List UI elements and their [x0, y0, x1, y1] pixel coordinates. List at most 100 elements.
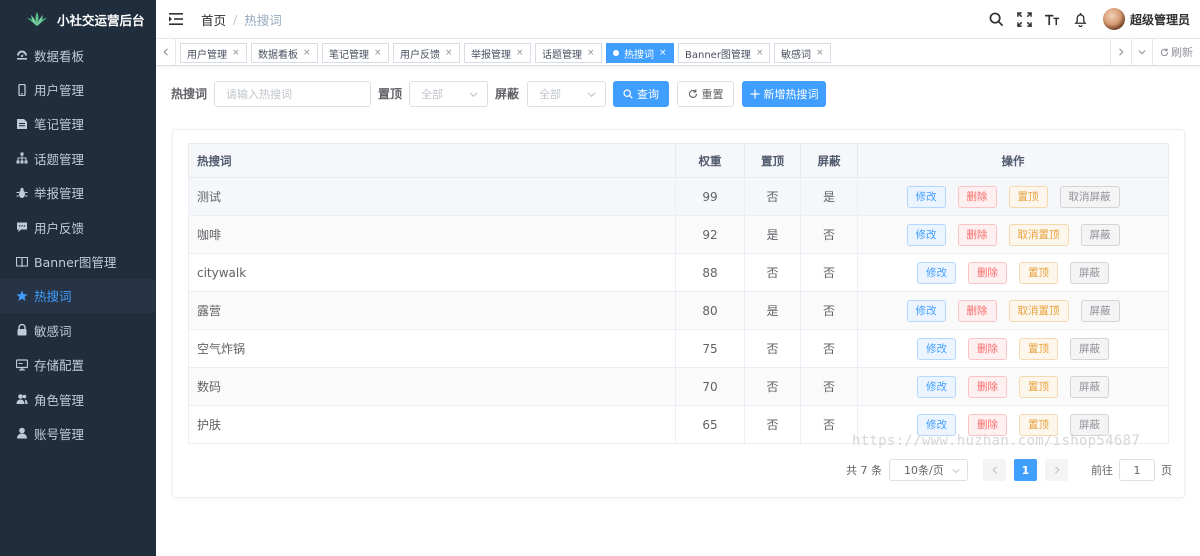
next-page-button[interactable] — [1045, 459, 1068, 481]
prev-page-button[interactable] — [983, 459, 1006, 481]
edit-button[interactable]: 修改 — [917, 261, 956, 284]
sidebar-item-6[interactable]: Banner图管理 — [0, 244, 156, 278]
tag-6[interactable]: 热搜词 × — [606, 43, 674, 63]
edit-button[interactable]: 修改 — [917, 375, 956, 398]
tag-8[interactable]: 敏感词 × — [774, 43, 831, 63]
pin-toggle-button[interactable]: 置顶 — [1019, 337, 1058, 360]
hide-toggle-button[interactable]: 屏蔽 — [1080, 223, 1120, 246]
page-number[interactable]: 1 — [1014, 459, 1037, 481]
search-icon[interactable] — [989, 11, 1005, 27]
close-icon[interactable]: × — [756, 48, 764, 58]
tags-scroll-left-button[interactable] — [156, 39, 176, 65]
font-size-icon[interactable] — [1045, 11, 1061, 27]
close-icon[interactable]: × — [587, 48, 595, 58]
tag-5[interactable]: 话题管理 × — [535, 43, 602, 63]
delete-button[interactable]: 删除 — [968, 261, 1007, 284]
delete-button[interactable]: 删除 — [957, 223, 997, 246]
table-row: 测试 99 否是修改 删除 置顶 取消屏蔽 — [188, 177, 1169, 216]
close-icon[interactable]: × — [232, 48, 240, 58]
app-root: 小社交运营后台 数据看板 用户管理 笔记管理 话题管理 举报管理 用户反馈 Banner图管… — [0, 0, 1200, 556]
close-icon[interactable]: × — [374, 48, 382, 58]
tag-label: Banner图管理 — [685, 49, 751, 61]
tag-3[interactable]: 用户反馈 × — [393, 43, 460, 63]
tag-0[interactable]: 用户管理 × — [180, 43, 247, 63]
hide-toggle-button[interactable]: 屏蔽 — [1070, 375, 1109, 398]
chevron-down-icon — [587, 92, 596, 98]
sidebar-item-8[interactable]: 敏感词 — [0, 313, 156, 347]
fullscreen-icon[interactable] — [1017, 11, 1033, 27]
pagination: 共 7 条 10条/页 1 前往 页 — [0, 459, 1200, 481]
close-icon[interactable]: × — [516, 48, 524, 58]
table-row: 露营 80 是否修改 删除 取消置顶 屏蔽 — [188, 291, 1169, 330]
close-icon[interactable]: × — [445, 48, 453, 58]
edit-button[interactable]: 修改 — [917, 337, 956, 360]
pin-toggle-button[interactable]: 置顶 — [1019, 375, 1058, 398]
user-name[interactable]: 超级管理员 — [1130, 11, 1190, 28]
pin-toggle-button[interactable]: 置顶 — [1019, 261, 1058, 284]
pin-toggle-button[interactable]: 取消置顶 — [1008, 299, 1069, 322]
cell-word: citywalk — [188, 253, 676, 292]
keyword-input[interactable] — [214, 81, 371, 107]
page-size-select[interactable]: 10条/页 — [889, 459, 968, 481]
cell-pinned: 否 — [744, 253, 801, 292]
search-button[interactable]: 查询 — [613, 81, 669, 107]
reset-button[interactable]: 重置 — [677, 81, 734, 107]
edit-button[interactable]: 修改 — [906, 299, 946, 322]
sidebar-item-2[interactable]: 笔记管理 — [0, 107, 156, 141]
delete-button[interactable]: 删除 — [968, 337, 1007, 360]
bell-icon[interactable] — [1073, 11, 1089, 27]
sidebar-item-4[interactable]: 举报管理 — [0, 176, 156, 210]
close-icon[interactable]: × — [659, 48, 667, 58]
pin-toggle-button[interactable]: 置顶 — [1008, 185, 1048, 208]
tags-view: 用户管理 × 数据看板 × 笔记管理 × 用户反馈 × 举报管理 × 话题管理 × 热搜词 × Banner… — [156, 38, 1200, 66]
refresh-label: 刷新 — [1171, 46, 1193, 59]
tags-scroll-right-button[interactable] — [1110, 39, 1131, 65]
hide-toggle-button[interactable]: 屏蔽 — [1080, 299, 1120, 322]
hide-toggle-button[interactable]: 取消屏蔽 — [1059, 185, 1120, 208]
sidebar-item-0[interactable]: 数据看板 — [0, 38, 156, 72]
tree-icon — [16, 152, 28, 164]
tag-7[interactable]: Banner图管理 × — [678, 43, 771, 63]
navbar: 首页 / 热搜词 超级管理员 — [156, 0, 1200, 38]
delete-button[interactable]: 删除 — [957, 299, 997, 322]
pin-select[interactable]: 全部 — [409, 81, 488, 107]
goto-page-input[interactable] — [1119, 459, 1155, 481]
avatar[interactable] — [1102, 8, 1125, 30]
cell-weight: 80 — [675, 291, 745, 330]
hide-toggle-button[interactable]: 屏蔽 — [1070, 337, 1109, 360]
page-size-value: 10条/页 — [904, 464, 944, 477]
tag-1[interactable]: 数据看板 × — [251, 43, 318, 63]
edit-button[interactable]: 修改 — [906, 223, 946, 246]
hamburger-icon[interactable] — [169, 13, 183, 25]
chevron-right-icon — [1054, 466, 1060, 474]
close-icon[interactable]: × — [816, 48, 824, 58]
hide-select[interactable]: 全部 — [527, 81, 606, 107]
sidebar-item-3[interactable]: 话题管理 — [0, 141, 156, 175]
tag-label: 举报管理 — [471, 49, 511, 61]
cell-pinned: 是 — [744, 215, 801, 254]
navbar-right-menu: 超级管理员 — [977, 0, 1200, 38]
sidebar-item-10[interactable]: 角色管理 — [0, 382, 156, 416]
sidebar-item-9[interactable]: 存储配置 — [0, 348, 156, 382]
pin-toggle-button[interactable]: 取消置顶 — [1008, 223, 1069, 246]
edit-button[interactable]: 修改 — [906, 185, 946, 208]
sidebar-item-7[interactable]: 热搜词 — [0, 278, 156, 314]
cell-weight: 88 — [675, 253, 745, 292]
delete-button[interactable]: 删除 — [957, 185, 997, 208]
delete-button[interactable]: 删除 — [968, 375, 1007, 398]
add-hot-word-button[interactable]: 新增热搜词 — [742, 81, 826, 107]
close-icon[interactable]: × — [303, 48, 311, 58]
tags-refresh-button[interactable]: 刷新 — [1152, 39, 1200, 65]
goto-suffix: 页 — [1161, 464, 1172, 477]
hide-toggle-button[interactable]: 屏蔽 — [1070, 261, 1109, 284]
watermark-text: https://www.huzhan.com/ishop54687 — [852, 433, 1141, 449]
logo[interactable]: 小社交运营后台 — [0, 0, 156, 38]
tags-dropdown-button[interactable] — [1131, 39, 1152, 65]
sidebar-item-11[interactable]: 账号管理 — [0, 416, 156, 450]
hide-select-value: 全部 — [539, 88, 561, 101]
tag-2[interactable]: 笔记管理 × — [322, 43, 389, 63]
tag-4[interactable]: 举报管理 × — [464, 43, 531, 63]
breadcrumb-home[interactable]: 首页 — [201, 10, 226, 29]
sidebar-item-5[interactable]: 用户反馈 — [0, 210, 156, 244]
active-dot-icon — [613, 50, 619, 56]
